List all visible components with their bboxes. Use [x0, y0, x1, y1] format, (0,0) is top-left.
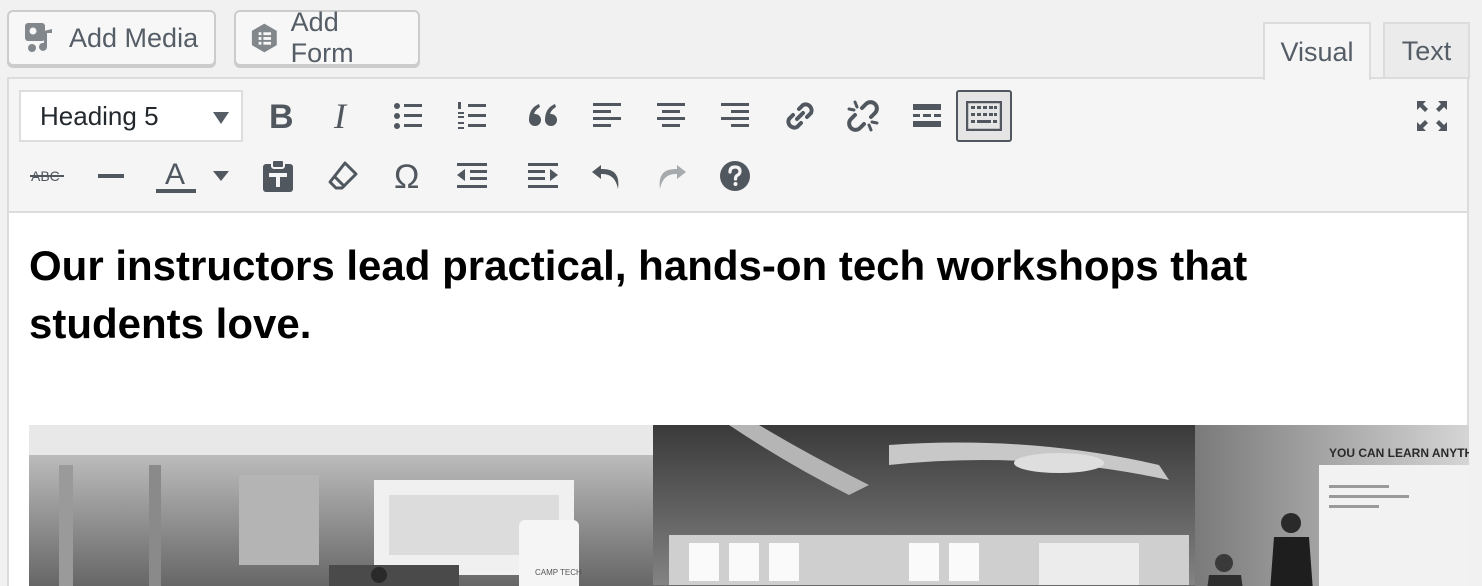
image-banner-text: CAMP TECH	[535, 568, 582, 577]
fullscreen-icon	[1417, 101, 1447, 131]
outdent-icon	[457, 163, 487, 188]
redo-icon	[659, 165, 686, 189]
text-color-icon: A	[156, 158, 196, 193]
svg-text:Ω: Ω	[394, 159, 419, 193]
help-icon	[720, 161, 750, 191]
svg-text:I: I	[333, 99, 348, 133]
toolbar-toggle-button[interactable]	[956, 90, 1012, 142]
workshop-photo-collage[interactable]: CAMP TECH YOU CAN LEARN ANYTHING	[29, 425, 1469, 586]
text-color-button[interactable]: A	[148, 150, 204, 202]
bulleted-list-icon	[394, 103, 422, 129]
svg-text:A: A	[165, 158, 185, 191]
content-heading[interactable]: Our instructors lead practical, hands-on…	[29, 237, 1349, 353]
editor-toolbar: Heading 5 B I ABC A Ω	[9, 79, 1467, 213]
align-center-button[interactable]	[643, 90, 699, 142]
add-form-label: Add Form	[290, 7, 354, 68]
tab-text[interactable]: Text	[1383, 22, 1470, 79]
tab-visual[interactable]: Visual	[1263, 22, 1371, 80]
align-center-icon	[657, 103, 685, 127]
format-select-value: Heading 5	[40, 100, 159, 131]
link-icon	[786, 102, 814, 130]
text-color-dropdown-icon	[213, 171, 229, 181]
workshop-photo: CAMP TECH YOU CAN LEARN ANYTHING	[29, 425, 1469, 586]
special-character-icon: Ω	[394, 159, 419, 193]
unlink-button[interactable]	[835, 90, 891, 142]
chevron-down-icon	[213, 112, 229, 124]
link-button[interactable]	[772, 90, 828, 142]
add-form-icon	[251, 23, 277, 53]
toolbar-toggle-icon	[966, 101, 1002, 131]
blockquote-icon	[529, 104, 557, 126]
svg-text:B: B	[269, 99, 294, 133]
clear-formatting-icon	[328, 161, 358, 190]
tab-text-label: Text	[1401, 36, 1452, 66]
bold-button[interactable]: B	[252, 90, 308, 142]
redo-button[interactable]	[643, 150, 699, 202]
italic-button[interactable]: I	[315, 90, 371, 142]
add-media-label: Add Media	[69, 22, 199, 53]
align-right-icon	[721, 103, 749, 127]
horizontal-line-button[interactable]	[83, 150, 139, 202]
add-media-icon	[25, 23, 52, 52]
read-more-button[interactable]	[899, 90, 955, 142]
bulleted-list-button[interactable]	[380, 90, 436, 142]
format-select[interactable]: Heading 5	[19, 90, 243, 142]
unlink-icon	[847, 100, 879, 132]
add-form-button[interactable]: Add Form	[234, 7, 420, 68]
numbered-list-button[interactable]	[444, 90, 500, 142]
italic-icon: I	[333, 99, 348, 133]
horizontal-line-icon	[98, 174, 124, 178]
blockquote-button[interactable]	[515, 90, 571, 142]
strikethrough-icon: ABC	[30, 168, 64, 184]
bold-icon: B	[269, 99, 294, 133]
clear-formatting-button[interactable]	[315, 150, 371, 202]
help-button[interactable]	[707, 150, 763, 202]
special-character-button[interactable]: Ω	[380, 150, 436, 202]
editor: Heading 5 B I ABC A Ω Our instructors le…	[7, 77, 1469, 586]
undo-button[interactable]	[579, 150, 635, 202]
align-right-button[interactable]	[707, 90, 763, 142]
numbered-list-icon	[458, 102, 486, 129]
align-left-icon	[593, 103, 621, 127]
strikethrough-button[interactable]: ABC	[19, 150, 75, 202]
add-media-button[interactable]: Add Media	[7, 10, 216, 66]
indent-icon	[528, 163, 558, 188]
outdent-button[interactable]	[444, 150, 500, 202]
indent-button[interactable]	[515, 150, 571, 202]
tab-visual-label: Visual	[1280, 36, 1354, 67]
align-left-button[interactable]	[579, 90, 635, 142]
paste-as-text-icon	[263, 159, 293, 192]
image-sign-text: YOU CAN LEARN ANYTHING	[1329, 446, 1469, 460]
fullscreen-button[interactable]	[1404, 90, 1460, 142]
read-more-icon	[913, 104, 941, 127]
text-color-dropdown[interactable]	[206, 150, 236, 202]
paste-as-text-button[interactable]	[250, 150, 306, 202]
undo-icon	[592, 165, 619, 189]
